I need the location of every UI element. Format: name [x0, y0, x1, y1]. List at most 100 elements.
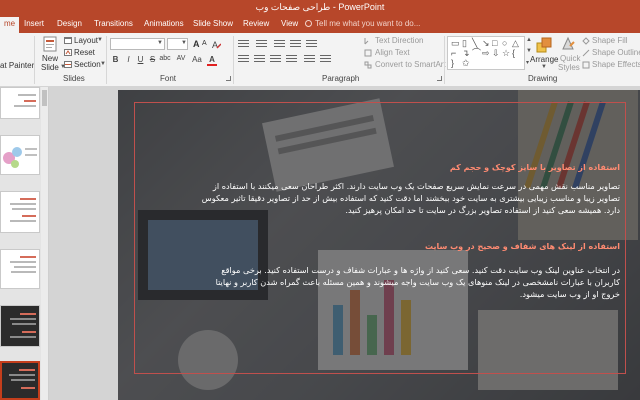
- thumb-text-line: [10, 203, 36, 205]
- down-arrow-shape-icon[interactable]: ⇩: [492, 49, 500, 58]
- slide-heading-2[interactable]: استفاده از لینک های شفاف و صحیح در وب سا…: [425, 242, 620, 251]
- quick-styles-button[interactable]: Quick: [560, 54, 580, 63]
- change-case-button[interactable]: Aa: [191, 55, 203, 64]
- reset-icon: [64, 49, 72, 56]
- group-separator: [444, 36, 445, 84]
- align-right-icon[interactable]: [270, 53, 281, 62]
- arrange-button[interactable]: Arrange: [530, 55, 558, 64]
- thumb-image: [3, 147, 37, 168]
- textbox-shape-icon[interactable]: ▭: [451, 39, 460, 48]
- rectangle-shape-icon[interactable]: □: [492, 39, 497, 48]
- tab-home[interactable]: me: [0, 17, 20, 33]
- tab-design[interactable]: Design: [57, 19, 82, 28]
- title-bar: طراحی صفحات وب - PowerPoint: [0, 0, 640, 16]
- text-direction-button[interactable]: Text Direction: [375, 36, 423, 45]
- brace-shape-icon[interactable]: {: [512, 49, 515, 58]
- slide[interactable]: استفاده از تصاویر با سایز کوچک و حجم کم …: [118, 90, 640, 400]
- triangle-shape-icon[interactable]: △: [512, 39, 519, 48]
- thumbnail-scrollbar[interactable]: [41, 87, 48, 400]
- slide-thumbnail[interactable]: [0, 135, 40, 175]
- bend-shape-icon[interactable]: ⌐: [451, 49, 456, 58]
- bullets-icon[interactable]: [238, 38, 249, 47]
- italic-button[interactable]: I: [124, 55, 133, 64]
- right-arrow-shape-icon[interactable]: ⇨: [482, 49, 490, 58]
- align-center-icon[interactable]: [254, 53, 265, 62]
- tab-review[interactable]: Review: [243, 19, 269, 28]
- line-shape-icon[interactable]: ╲: [472, 39, 477, 48]
- slide-heading-1[interactable]: استفاده از تصاویر با سایز کوچک و حجم کم: [450, 163, 620, 172]
- convert-smartart-button[interactable]: Convert to SmartArt: [375, 60, 446, 69]
- bold-button[interactable]: B: [111, 55, 120, 64]
- font-dialog-launcher[interactable]: [226, 76, 231, 81]
- slide-thumbnail-selected[interactable]: [0, 361, 40, 400]
- columns-icon[interactable]: [304, 53, 315, 62]
- shapes-gallery[interactable]: ▭ ▯ ╲ ↘ □ ○ △ ⌐ ↴ ⌒ ⇨ ⇩ ☆ { } ✩: [447, 36, 525, 70]
- tab-insert[interactable]: Insert: [24, 19, 44, 28]
- format-painter-button[interactable]: at Painter: [0, 61, 34, 70]
- thumb-text-line: [11, 379, 35, 381]
- rtl-icon[interactable]: [320, 53, 331, 62]
- shadow-button[interactable]: abc: [158, 55, 172, 62]
- shape-outline-button[interactable]: Shape Outline: [592, 48, 640, 57]
- layout-button[interactable]: Layout: [74, 36, 98, 45]
- new-slide-button[interactable]: New: [42, 54, 58, 63]
- font-color-button[interactable]: A: [207, 55, 217, 66]
- gallery-down-icon[interactable]: ▼: [526, 48, 532, 54]
- gallery-more-icon[interactable]: ▾: [526, 59, 529, 66]
- thumbnail-scrollbar-thumb[interactable]: [42, 90, 47, 106]
- reset-button[interactable]: Reset: [74, 48, 95, 57]
- align-text-icon: [364, 49, 372, 57]
- decrease-indent-icon[interactable]: [274, 38, 285, 47]
- shape-effects-button[interactable]: Shape Effects: [592, 60, 640, 69]
- new-slide-icon[interactable]: [43, 36, 57, 52]
- oval-shape-icon[interactable]: ○: [502, 39, 507, 48]
- slide-paragraph-1[interactable]: تصاویر مناسب نقش مهمی در سرعت نمایش سریع…: [195, 180, 620, 216]
- tab-animations[interactable]: Animations: [144, 19, 184, 28]
- shrink-font-icon[interactable]: A: [202, 40, 207, 47]
- quick-styles-button-line2[interactable]: Styles: [558, 63, 580, 72]
- arrange-icon[interactable]: [536, 37, 552, 53]
- gallery-up-icon[interactable]: ▲: [526, 37, 532, 43]
- tab-slide-show[interactable]: Slide Show: [193, 19, 233, 28]
- tell-me-box[interactable]: Tell me what you want to do...: [305, 19, 420, 28]
- quick-styles-icon[interactable]: [561, 36, 575, 52]
- brace-right-shape-icon[interactable]: }: [451, 59, 454, 68]
- effects-icon: [582, 61, 590, 69]
- numbering-icon[interactable]: [256, 38, 267, 47]
- tab-view[interactable]: View: [281, 19, 298, 28]
- drawing-group-label: Drawing: [528, 74, 558, 83]
- elbow-shape-icon[interactable]: ↴: [462, 49, 470, 58]
- textbox-vertical-shape-icon[interactable]: ▯: [462, 39, 467, 48]
- slide-paragraph-2[interactable]: در انتخاب عناوین لینک وب سایت دقت کنید. …: [205, 264, 620, 300]
- chevron-down-icon[interactable]: ▼: [181, 40, 187, 46]
- chevron-down-icon[interactable]: ▼: [157, 40, 163, 46]
- slide-thumbnail[interactable]: [0, 249, 40, 289]
- chevron-down-icon[interactable]: ▼: [97, 37, 103, 43]
- grow-font-icon[interactable]: A: [193, 39, 200, 49]
- curve-shape-icon[interactable]: ⌒: [472, 49, 481, 58]
- shape-fill-button[interactable]: Shape Fill: [592, 36, 628, 45]
- chevron-down-icon[interactable]: ▼: [541, 64, 547, 70]
- line-spacing-icon[interactable]: [306, 38, 317, 47]
- underline-button[interactable]: U: [136, 55, 145, 64]
- align-text-button[interactable]: Align Text: [375, 48, 410, 57]
- star-shape-icon[interactable]: ☆: [502, 49, 510, 58]
- paragraph-dialog-launcher[interactable]: [437, 76, 442, 81]
- strikethrough-button[interactable]: S: [148, 55, 157, 64]
- slide-thumbnail[interactable]: [0, 191, 40, 233]
- new-slide-button-line2[interactable]: Slide: [41, 63, 59, 72]
- star-5-shape-icon[interactable]: ✩: [462, 59, 470, 68]
- smartart-icon: [364, 61, 372, 69]
- justify-icon[interactable]: [286, 53, 297, 62]
- thumb-text-line: [20, 313, 36, 315]
- slide-thumbnail[interactable]: [0, 87, 40, 119]
- increase-indent-icon[interactable]: [290, 38, 301, 47]
- tell-me-text: Tell me what you want to do...: [315, 19, 421, 28]
- char-spacing-button[interactable]: AV: [175, 55, 187, 62]
- arrow-shape-icon[interactable]: ↘: [482, 39, 490, 48]
- align-left-icon[interactable]: [238, 53, 249, 62]
- section-button[interactable]: Section: [74, 60, 101, 69]
- tab-transitions[interactable]: Transitions: [94, 19, 133, 28]
- clear-format-icon[interactable]: A: [212, 39, 221, 49]
- slide-thumbnail[interactable]: [0, 305, 40, 347]
